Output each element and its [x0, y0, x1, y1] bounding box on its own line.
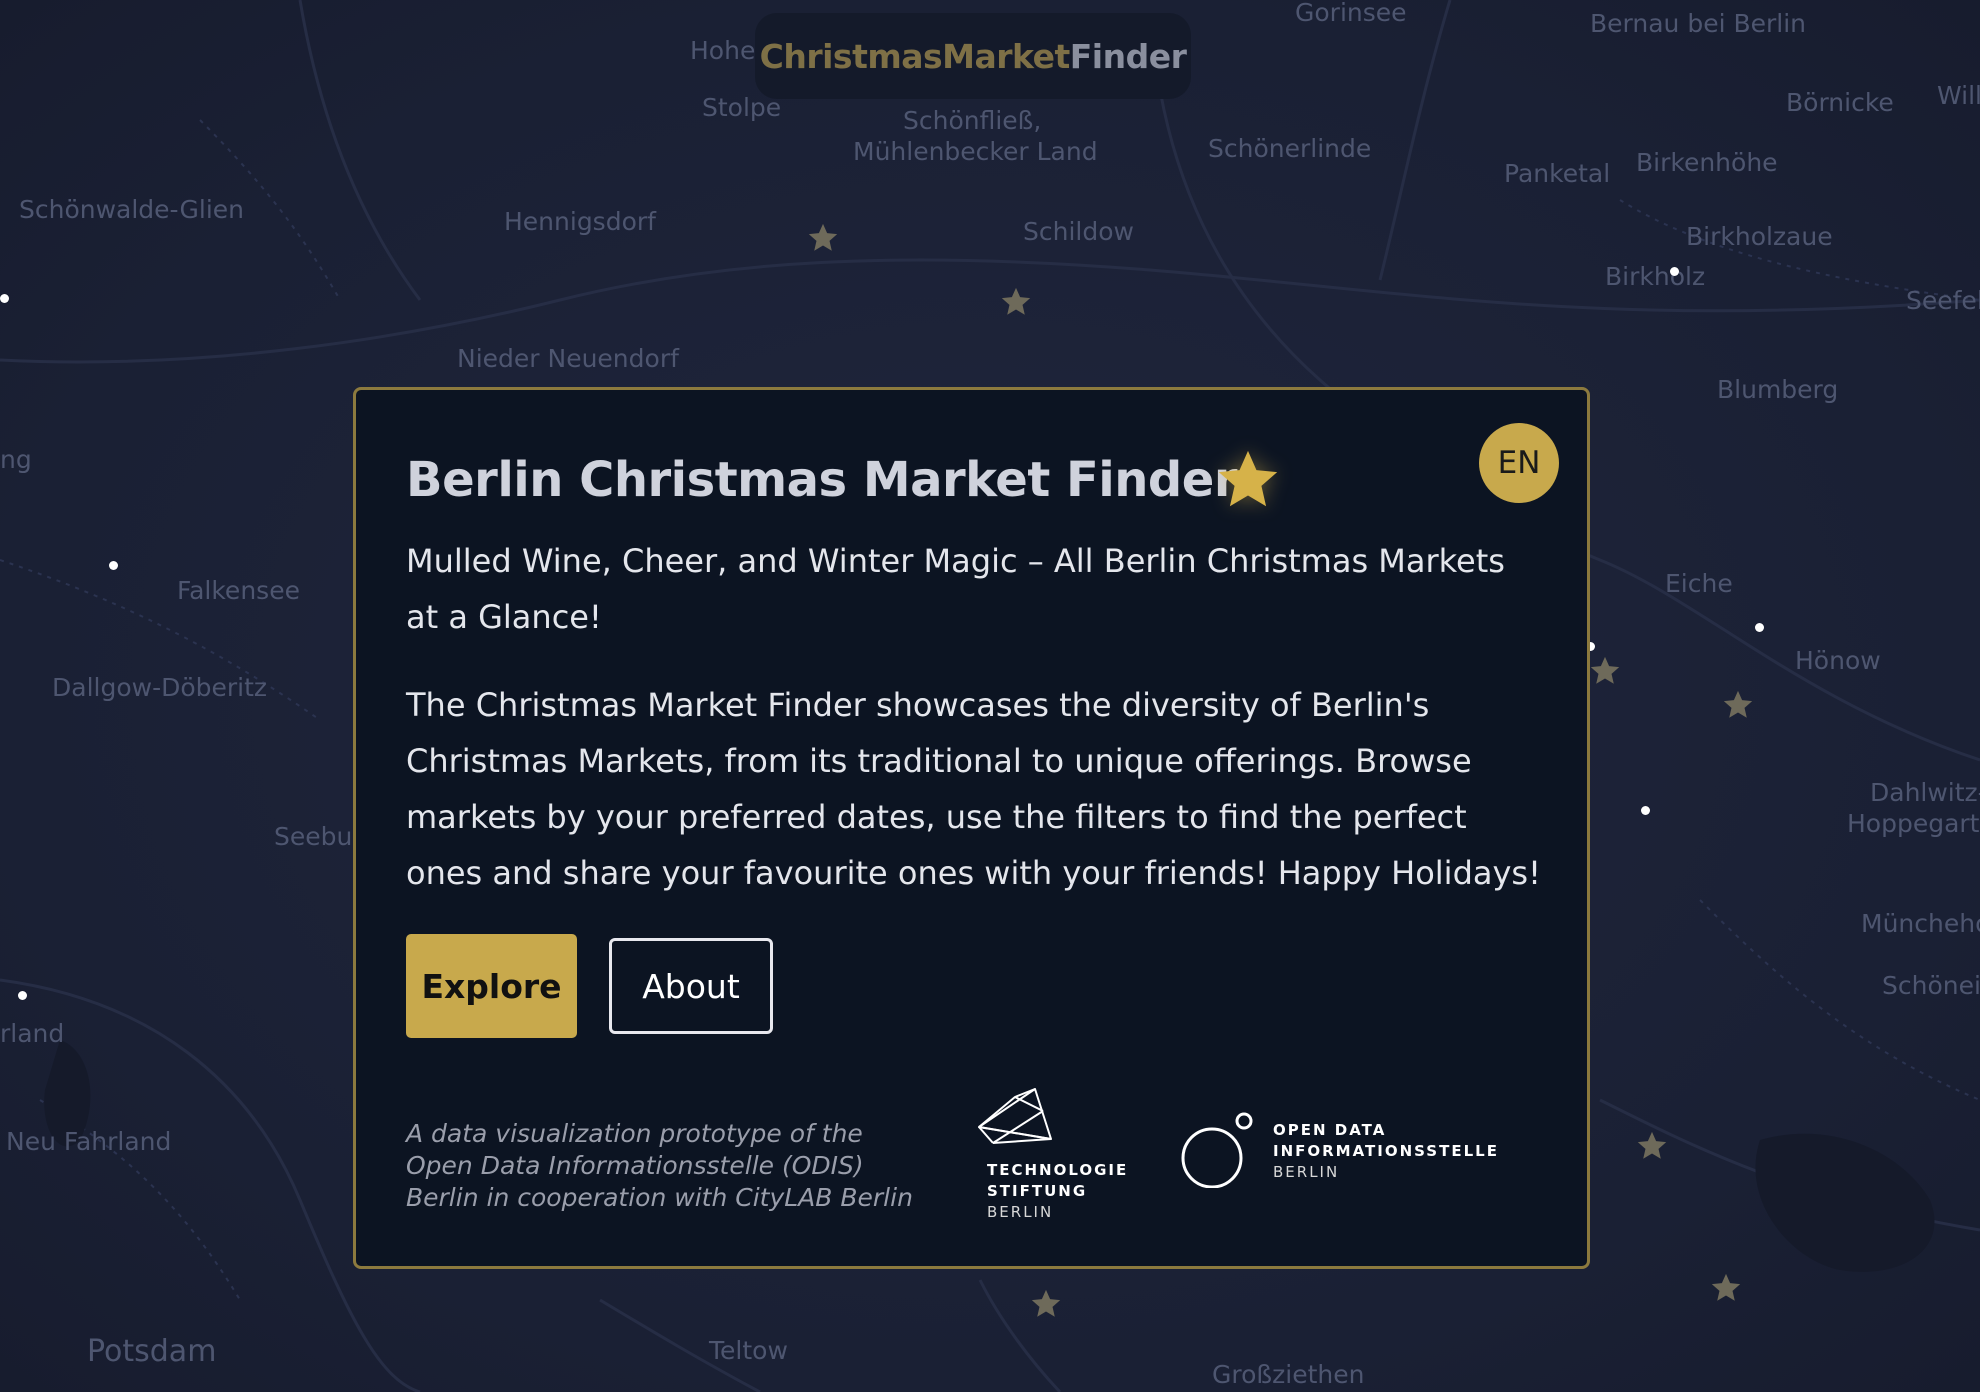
place-label: Hoppegarte [1847, 809, 1980, 838]
place-label: Birkenhöhe [1636, 148, 1778, 177]
star-icon [1213, 445, 1283, 515]
place-label: Hohe [690, 36, 756, 65]
intro-dialog: Berlin Christmas Market Finder EN Mulled… [353, 387, 1590, 1269]
odis-mark-icon [1181, 1112, 1253, 1188]
place-label: Mühlenbecker Land [853, 137, 1098, 166]
market-star-icon[interactable] [1029, 1287, 1063, 1321]
brand-name-part2: Finder [1069, 36, 1187, 76]
place-label: Blumberg [1717, 375, 1839, 404]
snowflake [1755, 623, 1764, 632]
credit-text: A data visualization prototype of the Op… [406, 1119, 913, 1212]
about-button[interactable]: About [609, 938, 773, 1034]
snowflake [0, 294, 9, 303]
snowflake [1641, 806, 1650, 815]
place-label: Schönwalde-Glien [19, 195, 244, 224]
place-label: Gorinsee [1295, 0, 1407, 27]
place-label: Dallgow-Döberitz [52, 673, 268, 702]
logo-text-line: BERLIN [987, 1203, 1054, 1221]
place-label: rland [0, 1019, 65, 1048]
place-label: Börnicke [1786, 88, 1894, 117]
market-star-icon[interactable] [1709, 1271, 1743, 1305]
place-label: Panketal [1504, 159, 1611, 188]
place-label: ng [0, 445, 32, 474]
place-label: Schildow [1023, 217, 1134, 246]
logo-text-line: INFORMATIONSSTELLE [1273, 1142, 1499, 1160]
place-label: Schönerlinde [1208, 134, 1372, 163]
logo-text-line: TECHNOLOGIE [987, 1161, 1129, 1179]
place-label: Potsdam [87, 1334, 217, 1369]
place-label: Birkholzaue [1686, 222, 1833, 251]
market-star-icon[interactable] [999, 285, 1033, 319]
technologiestiftung-logo[interactable]: TECHNOLOGIE STIFTUNG BERLIN [973, 1087, 1133, 1221]
place-label: Willme [1937, 81, 1980, 110]
market-star-icon[interactable] [1721, 688, 1755, 722]
place-label: Seefel [1906, 286, 1980, 315]
logo-text-line: STIFTUNG [987, 1182, 1088, 1200]
market-star-icon[interactable] [1588, 654, 1622, 688]
place-label: Birkholz [1605, 262, 1706, 291]
place-label: Münchehof [1861, 909, 1980, 938]
place-label: Hennigsdorf [504, 207, 656, 236]
explore-button[interactable]: Explore [406, 934, 577, 1038]
place-label: Großziethen [1212, 1360, 1365, 1389]
snowflake [109, 561, 118, 570]
logo-text-line: OPEN DATA [1273, 1121, 1387, 1139]
market-star-icon[interactable] [806, 221, 840, 255]
logo-text-line: BERLIN [1273, 1163, 1340, 1181]
place-label: Seebur [274, 822, 363, 851]
place-label: Bernau bei Berlin [1590, 9, 1807, 38]
place-label: Neu Fahrland [6, 1127, 172, 1156]
odis-logo[interactable]: OPEN DATA INFORMATIONSSTELLE BERLIN [1180, 1108, 1500, 1188]
place-label: Eiche [1665, 569, 1733, 598]
brand-logo[interactable]: ChristmasMarket Finder [755, 13, 1191, 99]
brand-name-part1: ChristmasMarket [759, 36, 1071, 76]
place-label: Dahlwitz- [1870, 778, 1980, 807]
place-label: Schönfließ, [903, 106, 1042, 135]
language-button[interactable]: EN [1479, 423, 1559, 503]
snowflake [1670, 267, 1679, 276]
place-label: Schöneic [1882, 971, 1980, 1000]
place-label: Hönow [1795, 646, 1881, 675]
dialog-title: Berlin Christmas Market Finder [406, 452, 1238, 508]
technologiestiftung-mark-icon [978, 1088, 1052, 1144]
place-label: Teltow [709, 1336, 788, 1365]
snowflake [18, 991, 27, 1000]
market-star-icon[interactable] [1635, 1129, 1669, 1163]
dialog-subtitle: Mulled Wine, Cheer, and Winter Magic – A… [406, 542, 1505, 636]
dialog-description: The Christmas Market Finder showcases th… [406, 686, 1541, 892]
place-label: Nieder Neuendorf [457, 344, 679, 373]
place-label: Falkensee [177, 576, 300, 605]
